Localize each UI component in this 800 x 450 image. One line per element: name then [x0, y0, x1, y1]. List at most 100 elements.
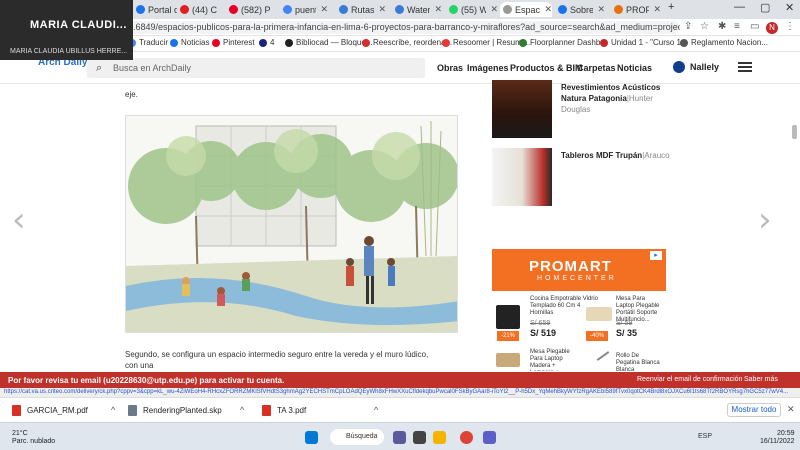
product-image[interactable] — [492, 80, 552, 138]
extensions-icon[interactable]: ✱ — [718, 21, 726, 32]
language-indicator[interactable]: ESP — [698, 433, 712, 440]
close-icon[interactable]: ✕ — [490, 4, 498, 15]
browser-tab[interactable]: puente ✕ — [280, 2, 328, 17]
close-icon[interactable]: ✕ — [320, 4, 328, 15]
product-subname: Patagonia — [588, 94, 627, 103]
document-icon — [680, 38, 688, 47]
sidebar-icon[interactable]: ▭ — [750, 21, 759, 32]
bookmark-item[interactable]: Reglamento Nacion... — [680, 38, 768, 47]
address-bar[interactable]: ...6849/espacios-publicos-para-la-primer… — [120, 21, 680, 34]
pinterest-icon — [229, 5, 238, 14]
product-thumbnail — [586, 307, 612, 321]
taskbar-search[interactable]: Búsqueda — [330, 429, 384, 445]
product-title[interactable]: Tableros MDF Trupán|Arauco — [561, 150, 681, 161]
bookmark-label: Reglamento Nacion... — [691, 38, 768, 47]
teams-icon[interactable] — [483, 431, 496, 444]
nav-carpetas[interactable]: Carpetas — [577, 63, 616, 73]
widgets-icon[interactable] — [413, 431, 426, 444]
more-menu-icon[interactable]: ⋮ — [785, 21, 795, 32]
bookmark-item[interactable]: Floorplanner Dashb... — [519, 38, 607, 47]
bookmark-item[interactable]: Reescribe, reordena... — [362, 38, 452, 47]
reading-list-icon[interactable]: ≡ — [734, 21, 740, 32]
minimize-icon[interactable]: — — [734, 1, 745, 13]
close-icon[interactable]: ✕ — [787, 404, 795, 415]
browser-tab[interactable]: (582) P — [226, 2, 276, 17]
ad-choices-icon[interactable]: ▸ — [650, 251, 662, 260]
bookmark-item[interactable]: Traducir — [128, 38, 168, 47]
project-illustration[interactable] — [125, 115, 458, 333]
close-icon[interactable]: ✕ — [378, 4, 386, 15]
article-text: eje. — [125, 90, 138, 99]
close-icon[interactable]: ✕ — [597, 4, 605, 15]
discount-badge: -21% — [497, 331, 519, 341]
bookmark-item[interactable]: Unidad 1 - "Curso 1... — [600, 38, 688, 47]
bookmark-item[interactable]: Bibliocad — Bloque... — [285, 38, 373, 47]
product-image[interactable] — [492, 148, 552, 206]
tab-label: (55) W — [461, 4, 487, 15]
browser-tab[interactable]: Portal d — [133, 2, 177, 17]
bookmark-item[interactable]: Pinterest — [212, 38, 255, 47]
new-tab-icon[interactable]: + — [668, 1, 674, 13]
promart-ad[interactable]: PROMART HOMECENTER ▸ Cocina Empotrable V… — [492, 249, 666, 371]
browser-tab-active[interactable]: Espaci ✕ — [500, 2, 552, 17]
whatsapp-icon — [449, 5, 458, 14]
windows-start-icon[interactable] — [305, 431, 318, 444]
tab-label: puente — [295, 4, 316, 15]
download-item[interactable]: GARCIA_RM.pdf — [12, 405, 88, 416]
show-all-button[interactable]: Mostrar todo — [727, 403, 781, 417]
previous-arrow-icon[interactable]: ‹ — [12, 200, 26, 240]
next-arrow-icon[interactable]: › — [758, 200, 772, 240]
chevron-up-icon[interactable]: ^ — [374, 405, 378, 415]
download-item[interactable]: TA 3.pdf — [262, 405, 306, 416]
browser-tab[interactable]: PROP ✕ — [611, 2, 661, 17]
search-input[interactable]: ⌕ Busca en ArchDaily — [87, 58, 425, 78]
browser-tab[interactable]: Sobre ✕ — [555, 2, 605, 17]
bookmark-item[interactable]: Noticias — [170, 38, 209, 47]
browser-tab[interactable]: Water ✕ — [392, 2, 442, 17]
bookmark-label: Noticias — [181, 38, 210, 47]
nav-noticias[interactable]: Noticias — [617, 63, 652, 73]
resend-email-link[interactable]: Reenviar el email de confirmación — [637, 376, 742, 383]
close-icon[interactable]: ✕ — [434, 4, 442, 15]
learn-more-link[interactable]: Saber más — [744, 376, 778, 383]
task-view-icon[interactable] — [393, 431, 406, 444]
hamburger-menu-icon[interactable] — [738, 62, 752, 72]
search-icon: ⌕ — [96, 62, 103, 74]
nav-imagenes[interactable]: Imágenes — [467, 63, 509, 73]
file-icon — [128, 405, 137, 416]
search-placeholder: Busca en ArchDaily — [113, 63, 192, 73]
bookmark-item[interactable]: Resoomer | Resumi... — [442, 38, 530, 47]
system-clock[interactable]: 20:59 16/11/2022 — [760, 430, 795, 446]
chrome-icon[interactable] — [460, 431, 473, 444]
product-title[interactable]: Revestimientos Acústicos Natura Patagoni… — [561, 82, 671, 115]
close-icon[interactable]: ✕ — [544, 4, 552, 15]
close-icon[interactable]: ✕ — [653, 4, 661, 15]
ad-item-desc: Rollo De Pegatina Blanca Blanca — [616, 353, 660, 371]
download-item[interactable]: RenderingPlanted.skp — [128, 405, 222, 416]
share-icon[interactable]: ⇪ — [684, 21, 692, 32]
file-explorer-icon[interactable] — [433, 431, 446, 444]
profile-popup[interactable]: MARIA CLAUDI... MARIA CLAUDIA UBILLUS HE… — [0, 0, 133, 60]
chevron-up-icon[interactable]: ^ — [240, 405, 244, 415]
close-window-icon[interactable]: ✕ — [785, 1, 794, 14]
profile-avatar[interactable]: N — [766, 22, 778, 34]
ad-old-price: S/ 659 — [530, 320, 551, 327]
weather-widget[interactable]: 21°C Parc. nublado — [12, 430, 55, 446]
chevron-up-icon[interactable]: ^ — [111, 405, 115, 415]
product-thumbnail — [496, 353, 520, 367]
star-icon[interactable]: ☆ — [700, 21, 709, 32]
bookmark-item[interactable]: 4 — [259, 38, 274, 47]
maximize-icon[interactable]: ▢ — [760, 1, 770, 14]
ad-header: PROMART HOMECENTER ▸ — [492, 249, 666, 291]
article-paragraph: Segundo, se configura un espacio interme… — [125, 350, 429, 370]
browser-tab[interactable]: (44) C — [177, 2, 221, 17]
scrollbar-thumb[interactable] — [792, 125, 797, 139]
nav-obras[interactable]: Obras — [437, 63, 463, 73]
user-menu[interactable]: Nallely — [673, 61, 719, 73]
tab-label: Espaci — [515, 4, 541, 15]
nav-productos[interactable]: Productos & BIM — [510, 63, 583, 73]
clock-time: 20:59 — [776, 430, 795, 437]
browser-tab[interactable]: (55) W ✕ — [446, 2, 498, 17]
bookmark-label: 4 — [270, 38, 275, 47]
browser-tab[interactable]: Rutas ✕ — [336, 2, 386, 17]
